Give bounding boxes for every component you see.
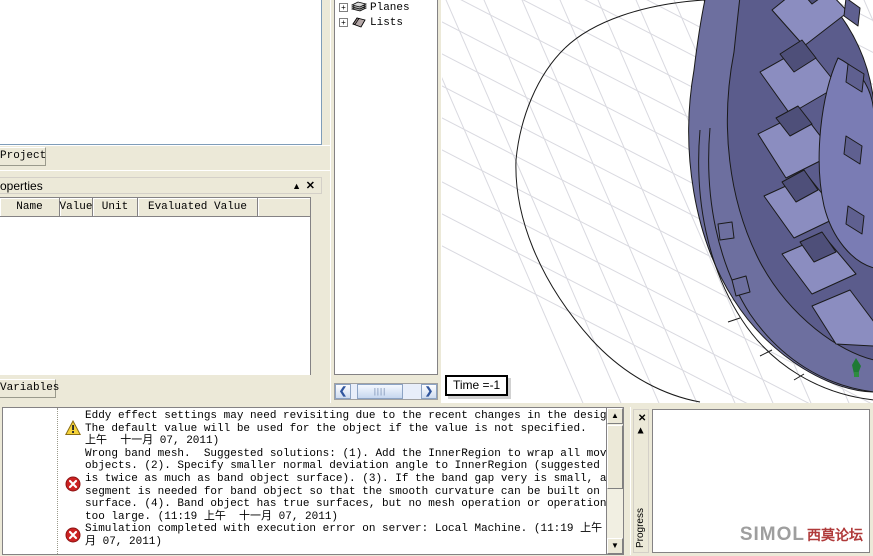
scroll-up-icon[interactable]: ▲: [607, 408, 623, 424]
left-dock-column: Project operties ▲ ✕ Name Value Unit Eva…: [0, 0, 330, 403]
scroll-left-icon[interactable]: ❮: [335, 384, 351, 399]
scrollbar-thumb[interactable]: [607, 425, 623, 489]
tree-item-planes[interactable]: + Planes: [335, 0, 437, 15]
progress-content[interactable]: SIMOL 西莫论坛: [652, 409, 870, 553]
warning-icon: [64, 419, 82, 436]
progress-close-button[interactable]: ✕: [636, 413, 647, 421]
tree-item-label: Lists: [370, 16, 404, 29]
3d-viewport[interactable]: Time =-1: [441, 0, 873, 403]
properties-grid[interactable]: Name Value Unit Evaluated Value: [0, 197, 311, 375]
time-label: Time =-1: [445, 375, 509, 396]
column-header-unit[interactable]: Unit: [93, 198, 138, 216]
scrollbar-grip: ||||: [373, 387, 387, 396]
watermark: SIMOL 西莫论坛: [740, 524, 863, 546]
model-tree-dock: + Planes + Lists ❮ |||| ❯: [330, 0, 440, 403]
bottom-dock-area: Eddy effect settings may need revisiting…: [0, 403, 873, 556]
column-header-value[interactable]: Value: [60, 198, 93, 216]
message-row[interactable]: Eddy effect settings may need revisiting…: [3, 410, 623, 448]
scroll-down-icon[interactable]: ▼: [607, 538, 623, 554]
project-tabstrip: Project: [0, 145, 330, 167]
column-header-name[interactable]: Name: [0, 198, 60, 216]
watermark-latin-text: SIMOL: [739, 524, 805, 545]
error-icon: [65, 476, 81, 492]
progress-collapse-button[interactable]: ◀: [637, 427, 646, 433]
progress-dock: ✕ ◀ Progress SIMOL 西莫论坛: [630, 407, 871, 555]
watermark-cjk-text: 西莫论坛: [807, 528, 863, 544]
error-icon: [65, 527, 81, 543]
tree-horizontal-scrollbar[interactable]: ❮ |||| ❯: [334, 383, 438, 400]
expander-icon[interactable]: +: [339, 3, 348, 12]
column-header-blank[interactable]: [258, 198, 310, 216]
properties-header-row: Name Value Unit Evaluated Value: [0, 198, 310, 217]
message-vertical-scrollbar[interactable]: ▲ ▼: [606, 408, 623, 554]
tab-variables[interactable]: Variables: [0, 379, 59, 398]
properties-rows-area[interactable]: [0, 217, 310, 375]
tab-project[interactable]: Project: [0, 147, 46, 166]
column-header-evaluated-value[interactable]: Evaluated Value: [138, 198, 258, 216]
message-text-2: Simulation completed with execution erro…: [85, 523, 623, 548]
message-manager-panel[interactable]: Eddy effect settings may need revisiting…: [2, 407, 624, 555]
properties-collapse-button[interactable]: ▲: [292, 180, 301, 192]
properties-close-button[interactable]: ✕: [306, 178, 315, 194]
project-tree-content[interactable]: [0, 0, 321, 144]
scroll-right-icon[interactable]: ❯: [421, 384, 437, 399]
lists-icon: [351, 16, 367, 29]
properties-titlebar: operties ▲ ✕: [0, 177, 322, 194]
message-text-1: Wrong band mesh. Suggested solutions: (1…: [85, 447, 623, 523]
progress-rail: ✕ ◀ Progress: [633, 409, 649, 553]
message-text-0: Eddy effect settings may need revisiting…: [85, 410, 623, 448]
message-row[interactable]: Wrong band mesh. Suggested solutions: (1…: [3, 448, 623, 524]
application-window: Project operties ▲ ✕ Name Value Unit Eva…: [0, 0, 873, 556]
tree-item-lists[interactable]: + Lists: [335, 15, 437, 30]
expander-icon[interactable]: +: [339, 18, 348, 27]
planes-icon: [350, 1, 368, 14]
model-tree[interactable]: + Planes + Lists: [334, 0, 438, 375]
progress-title: Progress: [635, 507, 646, 548]
message-row[interactable]: Simulation completed with execution erro…: [3, 523, 623, 548]
variables-tabstrip: Variables: [0, 378, 330, 400]
tree-item-label: Planes: [370, 1, 410, 14]
properties-title: operties: [0, 179, 43, 193]
project-tree-panel[interactable]: [0, 0, 322, 145]
properties-panel: operties ▲ ✕ Name Value Unit Evaluated V…: [0, 170, 330, 403]
scrollbar-thumb[interactable]: ||||: [357, 384, 403, 399]
3d-scene[interactable]: [442, 0, 873, 403]
